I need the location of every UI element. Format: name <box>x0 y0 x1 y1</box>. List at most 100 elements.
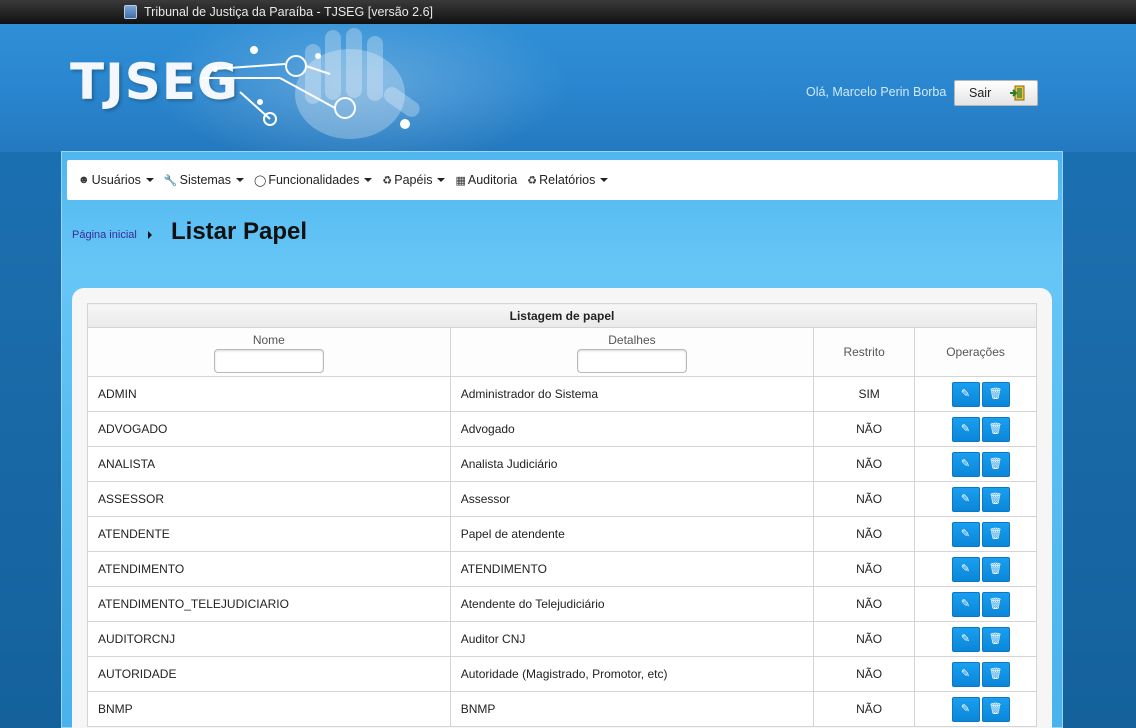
window-titlebar: Tribunal de Justiça da Paraíba - TJSEG [… <box>0 0 1136 24</box>
nav-item-funcionalidades[interactable]: ◯ Funcionalidades <box>254 173 373 187</box>
cell-operations: ✎ 🗑 <box>914 551 1037 587</box>
page-title: Listar Papel <box>171 218 308 245</box>
cell-operations: ✎ 🗑 <box>914 621 1037 657</box>
delete-button[interactable]: 🗑 <box>981 521 1010 547</box>
edit-button[interactable]: ✎ <box>951 381 980 407</box>
cell-restricted: NÃO <box>813 621 916 657</box>
table-row: ADVOGADO Advogado NÃO ✎ 🗑 <box>87 411 1037 447</box>
cell-details: Advogado <box>449 411 815 447</box>
breadcrumb-home-link[interactable]: Página inicial <box>72 229 137 241</box>
delete-button[interactable]: 🗑 <box>981 696 1010 722</box>
exit-door-icon <box>1010 85 1025 101</box>
cell-restricted: NÃO <box>813 656 916 692</box>
edit-button[interactable]: ✎ <box>951 451 980 477</box>
cell-restricted: NÃO <box>813 691 916 727</box>
table-row: ANALISTA Analista Judiciário NÃO ✎ 🗑 <box>87 446 1037 482</box>
nav-label: Papéis <box>394 173 433 187</box>
pencil-icon: ✎ <box>960 597 971 610</box>
breadcrumb-arrow-icon <box>148 231 152 239</box>
nav-label: Usuários <box>91 173 141 187</box>
pencil-icon: ✎ <box>960 667 971 680</box>
pencil-icon: ✎ <box>960 702 971 715</box>
pencil-icon: ✎ <box>960 632 971 645</box>
column-header-operations: Operações <box>914 327 1037 377</box>
cell-operations: ✎ 🗑 <box>914 481 1037 517</box>
cell-details: Analista Judiciário <box>449 446 815 482</box>
delete-button[interactable]: 🗑 <box>981 381 1010 407</box>
cell-details: Auditor CNJ <box>449 621 815 657</box>
column-label: Detalhes <box>608 333 656 347</box>
delete-button[interactable]: 🗑 <box>981 451 1010 477</box>
cell-restricted: NÃO <box>813 411 916 447</box>
trash-icon: 🗑 <box>988 422 1003 435</box>
table-row: ASSESSOR Assessor NÃO ✎ 🗑 <box>87 481 1037 517</box>
cell-details: ATENDIMENTO <box>449 551 815 587</box>
cell-restricted: NÃO <box>813 516 916 552</box>
edit-button[interactable]: ✎ <box>951 661 980 687</box>
trash-icon: 🗑 <box>988 387 1003 400</box>
details-filter-input[interactable] <box>576 349 687 373</box>
edit-button[interactable]: ✎ <box>951 626 980 652</box>
cell-name: ADVOGADO <box>87 411 451 447</box>
roles-icon: ♻ <box>382 174 393 187</box>
trash-icon: 🗑 <box>988 527 1003 540</box>
table-icon: ▦ <box>455 174 466 187</box>
cell-name: ADMIN <box>87 376 451 412</box>
delete-button[interactable]: 🗑 <box>981 626 1010 652</box>
cell-operations: ✎ 🗑 <box>914 446 1037 482</box>
edit-button[interactable]: ✎ <box>951 486 980 512</box>
cell-name: ATENDIMENTO_TELEJUDICIARIO <box>87 586 451 622</box>
column-label: Nome <box>252 333 285 347</box>
column-header-restricted: Restrito <box>813 327 916 377</box>
nav-label: Relatórios <box>539 173 596 187</box>
table-caption: Listagem de papel <box>87 303 1037 328</box>
edit-button[interactable]: ✎ <box>951 556 980 582</box>
cell-operations: ✎ 🗑 <box>914 656 1037 692</box>
edit-button[interactable]: ✎ <box>951 521 980 547</box>
table-row: AUTORIDADE Autoridade (Magistrado, Promot… <box>87 656 1037 692</box>
name-filter-input[interactable] <box>213 349 324 373</box>
cell-restricted: NÃO <box>813 481 916 517</box>
edit-button[interactable]: ✎ <box>951 591 980 617</box>
logout-label: Sair <box>969 86 992 100</box>
trash-icon: 🗑 <box>988 562 1003 575</box>
pencil-icon: ✎ <box>960 562 971 575</box>
cell-restricted: SIM <box>813 376 916 412</box>
edit-button[interactable]: ✎ <box>951 416 980 442</box>
report-icon: ♻ <box>527 174 538 187</box>
cell-operations: ✎ 🗑 <box>914 586 1037 622</box>
hand-circuit-graphic <box>200 28 420 139</box>
user-icon: ☻ <box>78 174 90 186</box>
table-row: BNMP BNMP NÃO ✎ 🗑 <box>87 691 1037 727</box>
nav-item-auditoria[interactable]: ▦ Auditoria <box>455 173 517 187</box>
cell-name: AUDITORCNJ <box>87 621 451 657</box>
delete-button[interactable]: 🗑 <box>981 591 1010 617</box>
pencil-icon: ✎ <box>960 387 971 400</box>
cell-operations: ✎ 🗑 <box>914 376 1037 412</box>
cell-details: Administrador do Sistema <box>449 376 815 412</box>
delete-button[interactable]: 🗑 <box>981 416 1010 442</box>
nav-item-usuarios[interactable]: ☻ Usuários <box>78 173 154 187</box>
cell-details: Autoridade (Magistrado, Promotor, etc) <box>449 656 815 692</box>
cell-details: BNMP <box>449 691 815 727</box>
delete-button[interactable]: 🗑 <box>981 661 1010 687</box>
delete-button[interactable]: 🗑 <box>981 556 1010 582</box>
edit-button[interactable]: ✎ <box>951 696 980 722</box>
chevron-down-icon <box>236 178 245 182</box>
trash-icon: 🗑 <box>988 492 1003 505</box>
wrench-icon: 🔧 <box>163 174 178 187</box>
nav-item-relatorios[interactable]: ♻ Relatórios <box>527 173 609 187</box>
cell-details: Assessor <box>449 481 815 517</box>
nav-item-sistemas[interactable]: 🔧 Sistemas <box>163 173 245 187</box>
trash-icon: 🗑 <box>988 597 1003 610</box>
delete-button[interactable]: 🗑 <box>981 486 1010 512</box>
trash-icon: 🗑 <box>988 702 1003 715</box>
table-row: ATENDENTE Papel de atendente NÃO ✎ 🗑 <box>87 516 1037 552</box>
logout-button[interactable]: Sair <box>954 80 1038 106</box>
nav-item-papeis[interactable]: ♻ Papéis <box>382 173 446 187</box>
cell-name: ANALISTA <box>87 446 451 482</box>
table-row: AUDITORCNJ Auditor CNJ NÃO ✎ 🗑 <box>87 621 1037 657</box>
cell-details: Papel de atendente <box>449 516 815 552</box>
table-row: ADMIN Administrador do Sistema SIM ✎ 🗑 <box>87 376 1037 412</box>
trash-icon: 🗑 <box>988 667 1003 680</box>
